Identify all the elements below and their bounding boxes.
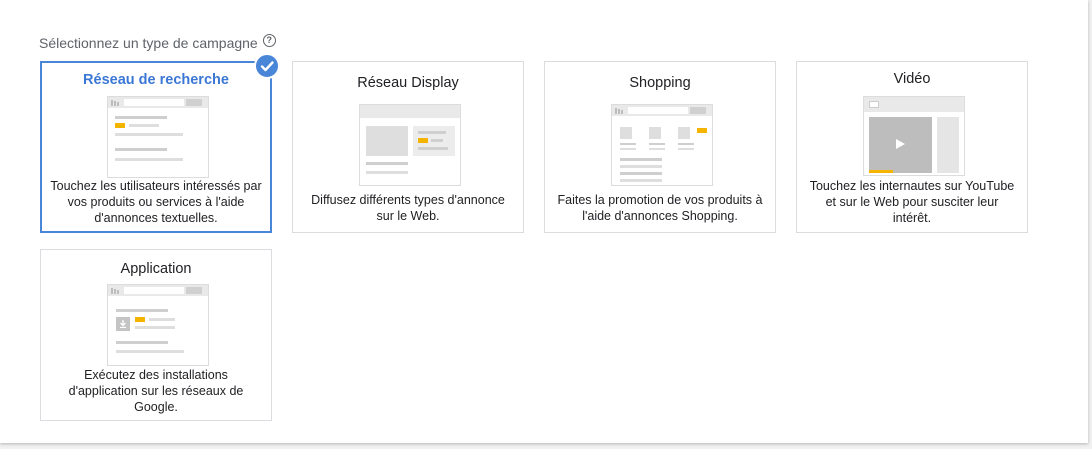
- play-icon: [896, 139, 905, 149]
- card-description: Touchez les internautes sur YouTube et s…: [809, 179, 1015, 225]
- section-heading-label: Sélectionnez un type de campagne: [39, 35, 258, 51]
- card-title: Réseau de recherche: [83, 72, 229, 88]
- campaign-card-search[interactable]: Réseau de recherche Touchez les utilisat…: [40, 53, 280, 233]
- card-title: Vidéo: [893, 71, 931, 87]
- card-title: Application: [120, 261, 192, 277]
- campaign-card-shopping[interactable]: Shopping Faites la promotion de vos prod…: [544, 61, 776, 233]
- campaign-card-video[interactable]: Vidéo Touchez les internautes sur YouTub…: [796, 61, 1028, 233]
- question-circle-icon[interactable]: ?: [262, 33, 276, 47]
- campaign-type-panel: Sélectionnez un type de campagne ? Résea…: [0, 0, 1088, 443]
- card-title: Shopping: [629, 75, 691, 91]
- campaign-card-app[interactable]: Application Exécutez des installations d…: [40, 249, 272, 421]
- card-description: Touchez les utilisateurs intéressés par …: [50, 179, 262, 225]
- display-ad-illustration: [359, 104, 461, 186]
- card-description: Faites la promotion de vos produits à l'…: [557, 193, 763, 223]
- card-title: Réseau Display: [357, 75, 459, 91]
- card-description: Diffusez différents types d'annonce sur …: [311, 193, 505, 223]
- search-ad-illustration: [107, 96, 209, 178]
- shopping-ad-illustration: [611, 104, 713, 186]
- section-heading: Sélectionnez un type de campagne ?: [39, 33, 276, 51]
- card-description: Exécutez des installations d'application…: [68, 368, 244, 414]
- app-ad-illustration: [107, 284, 209, 366]
- video-ad-illustration: [863, 96, 965, 176]
- download-icon: [120, 320, 126, 328]
- campaign-card-display[interactable]: Réseau Display Diffusez différents types…: [292, 61, 524, 233]
